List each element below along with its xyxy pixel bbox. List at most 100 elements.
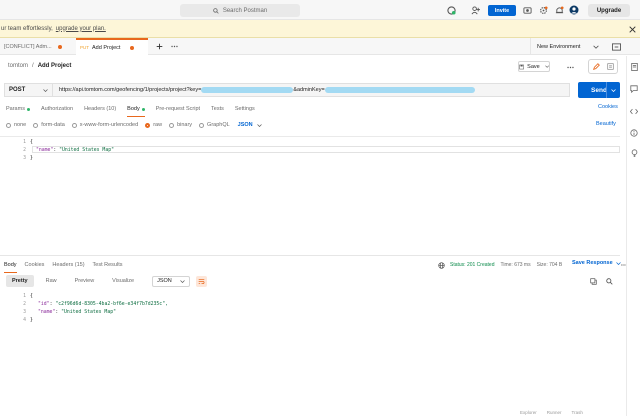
send-options-chevron-icon[interactable]	[606, 82, 620, 98]
radio-none[interactable]	[6, 122, 11, 128]
view-preview[interactable]: Preview	[69, 275, 101, 287]
tab-response-body[interactable]: Body	[4, 260, 17, 273]
tab-label: Body	[4, 262, 17, 268]
cookies-link[interactable]: Cookies	[598, 104, 618, 110]
footer-trash[interactable]: Trash	[572, 410, 583, 415]
redacted-admin-key	[324, 87, 475, 93]
unsaved-dot-icon	[130, 45, 135, 50]
environment-quick-look-icon[interactable]	[610, 41, 622, 52]
tab-label: Add Project	[92, 44, 121, 51]
radio-urlencoded[interactable]	[71, 122, 77, 128]
radio-label: x-www-form-urlencoded	[79, 122, 139, 128]
beautify-link[interactable]: Beautify	[596, 121, 616, 127]
documentation-icon[interactable]	[629, 62, 639, 72]
notifications-bell-icon[interactable]	[554, 5, 564, 15]
code-line: 2 "id": "c2f96d6d-8305-4ba2-bf6e-e34f7b7…	[0, 300, 168, 308]
code-text: {	[30, 139, 33, 145]
code-icon[interactable]	[629, 106, 639, 116]
body-format-select[interactable]: JSON	[238, 122, 253, 128]
view-visualize[interactable]: Visualize	[106, 275, 140, 287]
chevron-down-icon[interactable]	[256, 123, 262, 127]
tab-params[interactable]: Params	[6, 104, 30, 114]
status-code[interactable]: Status: 201 Created	[450, 262, 494, 268]
invite-label: Invite	[494, 7, 510, 14]
environment-select[interactable]: New Environment	[530, 38, 584, 55]
comments-icon[interactable]	[629, 84, 639, 94]
line-number: 2	[23, 147, 26, 153]
tab-add-project[interactable]: PUT Add Project	[76, 38, 148, 55]
url-input[interactable]: https://api.tomtom.com/geofencing/1/proj…	[52, 83, 570, 97]
globe-icon[interactable]	[438, 261, 445, 269]
request-body-editor[interactable]	[0, 136, 620, 256]
request-tabs: Params Authorization Headers (10) Body P…	[6, 104, 266, 117]
tab-method: PUT	[80, 45, 89, 50]
banner-upgrade-link[interactable]: upgrade your plan.	[56, 26, 106, 32]
tab-response-cookies[interactable]: Cookies	[25, 260, 45, 270]
tab-label: Tests	[211, 106, 224, 112]
radio-form-data[interactable]	[33, 122, 39, 128]
response-time[interactable]: Time: 673 ms	[500, 262, 530, 268]
tab-settings[interactable]: Settings	[235, 104, 255, 114]
pencil-icon[interactable]	[589, 60, 603, 73]
tab-pre-request-script[interactable]: Pre-request Script	[156, 104, 200, 114]
view-raw[interactable]: Raw	[40, 275, 63, 287]
code-line: 1 {	[0, 292, 33, 300]
line-number: 1	[23, 139, 26, 145]
radio-graphql[interactable]	[199, 122, 205, 128]
response-format-select[interactable]: JSON	[152, 275, 190, 287]
avatar[interactable]	[569, 5, 579, 15]
tab-conflict[interactable]: [CONFLICT] Adm...	[0, 38, 75, 55]
docs-icon[interactable]	[603, 60, 617, 73]
json-key: "id"	[38, 301, 50, 307]
copy-icon[interactable]	[588, 276, 598, 286]
add-user-icon[interactable]	[470, 5, 480, 15]
more-actions-icon[interactable]	[565, 63, 575, 71]
new-tab-plus-icon[interactable]	[154, 41, 164, 51]
view-mode-toggle[interactable]	[588, 59, 618, 74]
wrap-lines-icon[interactable]	[195, 275, 207, 287]
send-label: Send	[591, 86, 607, 94]
radio-binary[interactable]	[169, 122, 175, 128]
chevron-down-icon[interactable]	[592, 43, 600, 51]
global-search-input[interactable]: Search Postman	[180, 4, 300, 17]
tab-label: Test Results	[92, 262, 123, 268]
tab-tests[interactable]: Tests	[211, 104, 224, 114]
response-size[interactable]: Size: 704 B	[537, 262, 563, 268]
tab-label: Params	[6, 106, 25, 112]
tab-label: Settings	[234, 106, 255, 112]
footer-runner[interactable]: Runner	[547, 410, 562, 415]
tab-label: Headers (15)	[52, 262, 85, 268]
close-icon[interactable]	[627, 24, 637, 34]
footer-explorer[interactable]: Explorer	[520, 410, 537, 415]
capture-icon[interactable]	[522, 5, 532, 15]
breadcrumb-separator: /	[32, 63, 34, 69]
method-select[interactable]: POST	[4, 83, 52, 97]
more-tabs-icon[interactable]	[169, 41, 179, 51]
upgrade-button[interactable]: Upgrade	[588, 4, 630, 17]
response-status: Status: 201 Created Time: 673 ms Size: 7…	[438, 260, 568, 270]
line-number: 4	[23, 317, 26, 323]
radio-label: form-data	[41, 122, 65, 128]
breadcrumb-workspace[interactable]: tomtom	[8, 63, 28, 69]
tab-label: Cookies	[24, 262, 45, 268]
radio-raw[interactable]	[145, 122, 151, 128]
tab-test-results[interactable]: Test Results	[93, 260, 123, 270]
invite-button[interactable]: Invite	[488, 5, 516, 16]
code-line: 3 "name": "United States Map"	[0, 308, 116, 316]
tab-label: Visualize	[112, 278, 135, 284]
search-icon[interactable]	[604, 276, 614, 286]
sync-icon[interactable]	[446, 5, 456, 15]
tab-response-headers[interactable]: Headers (15)	[52, 260, 84, 270]
tab-label: Raw	[45, 278, 57, 284]
tab-body[interactable]: Body	[127, 104, 145, 117]
lightbulb-icon[interactable]	[629, 148, 639, 158]
tab-label: Headers (10)	[84, 106, 117, 112]
save-button[interactable]: Save	[518, 61, 550, 72]
json-value: "United States Map"	[61, 309, 116, 315]
tab-headers[interactable]: Headers (10)	[84, 104, 116, 114]
view-pretty[interactable]: Pretty	[6, 275, 34, 287]
save-response-button[interactable]: Save Response	[572, 260, 621, 266]
info-icon[interactable]	[629, 128, 639, 138]
settings-gear-icon[interactable]	[538, 5, 548, 15]
tab-authorization[interactable]: Authorization	[41, 104, 73, 114]
